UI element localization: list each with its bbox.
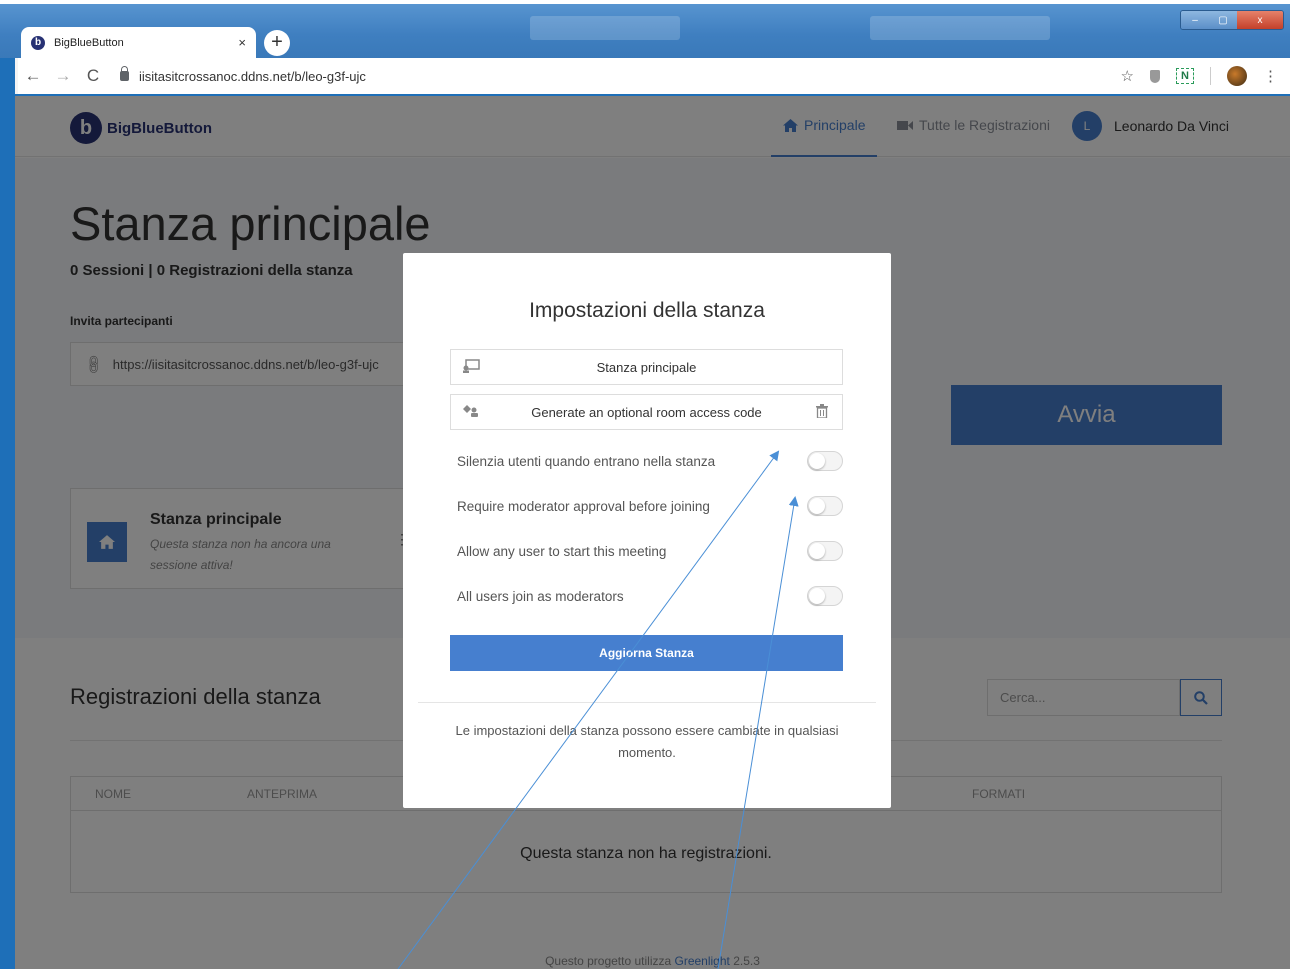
- n-extension-icon[interactable]: N: [1176, 68, 1194, 84]
- option-any-user-start: Allow any user to start this meeting: [457, 540, 843, 562]
- bigbluebutton-favicon-icon: b: [31, 35, 45, 50]
- shield-extension-icon[interactable]: [1150, 69, 1160, 83]
- room-name-input[interactable]: Stanza principale: [450, 349, 843, 385]
- modal-divider: [418, 702, 876, 703]
- mute-on-join-toggle[interactable]: [807, 451, 843, 471]
- tab-title: BigBlueButton: [54, 36, 124, 49]
- option-label: Allow any user to start this meeting: [457, 543, 667, 559]
- any-user-start-toggle[interactable]: [807, 541, 843, 561]
- room-name-value: Stanza principale: [596, 359, 697, 375]
- moderator-approval-toggle[interactable]: [807, 496, 843, 516]
- option-label: Silenzia utenti quando entrano nella sta…: [457, 453, 716, 469]
- update-room-button[interactable]: Aggiorna Stanza: [450, 635, 843, 671]
- new-tab-button[interactable]: +: [264, 30, 290, 56]
- maximize-button[interactable]: ▢: [1209, 11, 1237, 29]
- window-top-border: [0, 0, 1290, 4]
- access-code-text: Generate an optional room access code: [531, 404, 762, 420]
- browser-toolbar: ← → C iisitasitcrossanoc.ddns.net/b/leo-…: [15, 58, 1290, 94]
- back-button[interactable]: ←: [18, 66, 48, 86]
- bookmark-star-icon[interactable]: ☆: [1121, 67, 1134, 85]
- key-icon: [451, 404, 491, 421]
- tab-close-icon[interactable]: ×: [238, 35, 246, 50]
- address-bar-url: iisitasitcrossanoc.ddns.net/b/leo-g3f-uj…: [139, 68, 366, 84]
- lock-icon: [120, 66, 129, 81]
- forward-button[interactable]: →: [48, 66, 78, 86]
- modal-title: Impostazioni della stanza: [529, 299, 765, 322]
- modal-footer-note: Le impostazioni della stanza possono ess…: [455, 723, 839, 760]
- reload-button[interactable]: C: [78, 66, 108, 86]
- close-window-button[interactable]: x: [1237, 11, 1283, 29]
- window-controls: – ▢ x: [1180, 10, 1284, 30]
- option-moderator-approval: Require moderator approval before joinin…: [457, 495, 843, 517]
- browser-chrome: b BigBlueButton × + – ▢ x ← → C iisitasi…: [0, 0, 1290, 96]
- background-window-blur: [870, 16, 1050, 40]
- access-code-field[interactable]: Generate an optional room access code: [450, 394, 843, 430]
- profile-avatar[interactable]: [1227, 66, 1247, 86]
- option-all-moderators: All users join as moderators: [457, 585, 843, 607]
- address-bar[interactable]: iisitasitcrossanoc.ddns.net/b/leo-g3f-uj…: [120, 66, 366, 84]
- browser-tab[interactable]: b BigBlueButton ×: [21, 27, 256, 58]
- room-name-icon: [451, 358, 491, 376]
- background-window-blur: [530, 16, 680, 40]
- toolbar-divider: [1210, 67, 1211, 85]
- browser-menu-icon[interactable]: ⋮: [1263, 67, 1278, 85]
- option-label: Require moderator approval before joinin…: [457, 498, 710, 514]
- all-moderators-toggle[interactable]: [807, 586, 843, 606]
- minimize-button[interactable]: –: [1181, 11, 1209, 29]
- option-label: All users join as moderators: [457, 588, 624, 604]
- option-mute-on-join: Silenzia utenti quando entrano nella sta…: [457, 450, 843, 472]
- trash-icon[interactable]: [802, 403, 842, 421]
- room-settings-modal: Impostazioni della stanza Stanza princip…: [403, 253, 891, 808]
- tab-strip: b BigBlueButton × + – ▢ x: [0, 0, 1290, 58]
